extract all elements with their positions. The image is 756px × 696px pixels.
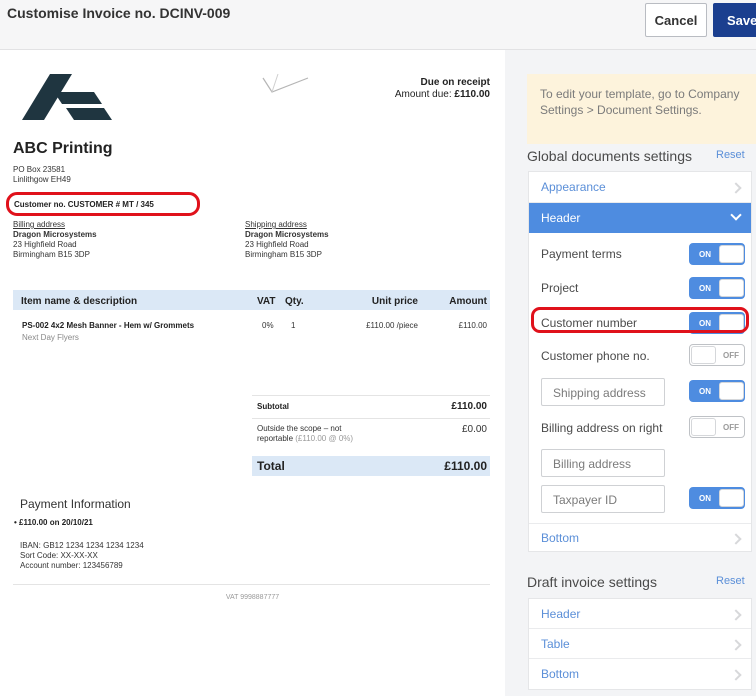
appearance-row[interactable]: Appearance	[529, 172, 751, 203]
bottom-row[interactable]: Bottom	[529, 523, 751, 552]
payment-terms-toggle[interactable]: ON	[689, 243, 745, 265]
company-logo-icon	[22, 74, 112, 120]
bank-detail: IBAN: GB12 1234 1234 1234 1234	[20, 541, 144, 550]
item-unit-price: £110.00 /piece	[366, 321, 418, 330]
column-header: Unit price	[371, 296, 418, 307]
outside-scope-detail: (£110.00 @ 0%)	[295, 434, 354, 443]
column-header: Amount	[449, 296, 487, 307]
global-reset-link[interactable]: Reset	[716, 149, 745, 161]
subtotal-value: £110.00	[451, 401, 487, 412]
chevron-down-icon	[730, 209, 742, 221]
header-label: Header	[541, 211, 581, 225]
draft-bottom-label: Bottom	[541, 667, 580, 681]
billing-address-line: Birmingham B15 3DP	[13, 250, 90, 259]
signature-doodle-icon	[262, 73, 309, 93]
billing-address-line: 23 Highfield Road	[13, 240, 77, 249]
billing-address-heading: Billing address	[13, 220, 66, 229]
invoice-preview: Due on receipt Amount due: £110.00 ABC P…	[0, 50, 505, 696]
chevron-right-icon	[730, 182, 742, 194]
appearance-label: Appearance	[541, 180, 606, 194]
highlight-annotation	[531, 307, 749, 333]
chevron-right-icon	[730, 609, 742, 621]
bottom-label: Bottom	[541, 531, 580, 545]
setting-label: Project	[541, 281, 579, 295]
shipping-address-toggle[interactable]: ON	[689, 380, 745, 402]
chevron-right-icon	[730, 533, 742, 545]
subtotal-label: Subtotal	[257, 402, 289, 411]
item-vat: 0%	[262, 321, 274, 330]
setting-label: Payment terms	[541, 247, 622, 261]
billing-name: Dragon Microsystems	[13, 230, 97, 239]
column-header: Item name & description	[21, 296, 138, 307]
outside-scope-label: Outside the scope – not	[257, 424, 342, 433]
item-name: PS-002 4x2 Mesh Banner - Hem w/ Grommets	[22, 321, 195, 330]
draft-settings-title: Draft invoice settings	[527, 574, 657, 590]
divider	[252, 395, 490, 396]
notice-text: To edit your template, go to Company Set…	[540, 87, 740, 117]
setting-label: Billing address on right	[541, 421, 663, 435]
payment-info-title: Payment Information	[20, 497, 131, 511]
item-qty: 1	[291, 321, 296, 330]
company-address-line: PO Box 23581	[13, 165, 66, 174]
draft-settings-card: Header Table Bottom	[528, 598, 752, 690]
draft-table-label: Table	[541, 637, 570, 651]
highlight-annotation	[6, 192, 200, 216]
company-address-line: Linlithgow EH49	[13, 175, 71, 184]
draft-bottom-row[interactable]: Bottom	[529, 659, 751, 689]
total-label: Total	[257, 459, 285, 473]
chevron-right-icon	[730, 639, 742, 651]
divider	[13, 584, 490, 585]
draft-header-label: Header	[541, 607, 581, 621]
company-name: ABC Printing	[13, 140, 113, 157]
shipping-address-line: 23 Highfield Road	[245, 240, 309, 249]
chevron-right-icon	[730, 669, 742, 681]
global-settings-title: Global documents settings	[527, 148, 692, 164]
global-settings-card: Appearance Header Payment terms ON Proje…	[528, 171, 752, 552]
bank-detail: Account number: 123456789	[20, 561, 123, 570]
amount-due: Amount due: £110.00	[395, 89, 490, 100]
total-row: Total £110.00	[252, 456, 490, 476]
outside-scope-value: £0.00	[461, 424, 487, 435]
page-title: Customise Invoice no. DCINV-009	[7, 5, 231, 21]
column-header: VAT	[257, 296, 276, 307]
amount-due-value: £110.00	[454, 89, 490, 100]
template-notice: To edit your template, go to Company Set…	[527, 74, 756, 144]
top-bar: Customise Invoice no. DCINV-009 Cancel S…	[0, 0, 756, 50]
vat-number-footer: VAT 9998887777	[225, 594, 280, 601]
shipping-address-line: Birmingham B15 3DP	[245, 250, 322, 259]
due-terms: Due on receipt	[420, 77, 490, 88]
shipping-name: Dragon Microsystems	[245, 230, 329, 239]
shipping-address-field[interactable]: Shipping address	[541, 378, 665, 406]
taxpayer-id-toggle[interactable]: ON	[689, 487, 745, 509]
billing-right-toggle[interactable]: OFF	[689, 416, 745, 438]
draft-header-row[interactable]: Header	[529, 599, 751, 629]
customer-phone-toggle[interactable]: OFF	[689, 344, 745, 366]
payment-entry: • £110.00 on 20/10/21	[14, 518, 93, 527]
outside-scope-label: reportable (£110.00 @ 0%)	[257, 434, 354, 443]
divider	[252, 418, 490, 419]
billing-address-field[interactable]: Billing address	[541, 449, 665, 477]
total-value: £110.00	[444, 459, 487, 473]
header-row[interactable]: Header	[529, 203, 751, 233]
item-description: Next Day Flyers	[22, 333, 79, 342]
items-table-header: Item name & description VAT Qty. Unit pr…	[13, 290, 490, 310]
draft-reset-link[interactable]: Reset	[716, 575, 745, 587]
shipping-address-heading: Shipping address	[245, 220, 307, 229]
amount-due-label: Amount due:	[394, 89, 452, 100]
save-button[interactable]: Save	[713, 3, 756, 37]
draft-table-row[interactable]: Table	[529, 629, 751, 659]
taxpayer-id-field[interactable]: Taxpayer ID	[541, 485, 665, 513]
cancel-button[interactable]: Cancel	[645, 3, 707, 37]
column-header: Qty.	[285, 296, 304, 307]
item-amount: £110.00	[458, 321, 487, 330]
project-toggle[interactable]: ON	[689, 277, 745, 299]
bank-detail: Sort Code: XX-XX-XX	[20, 551, 98, 560]
setting-label: Customer phone no.	[541, 349, 650, 363]
